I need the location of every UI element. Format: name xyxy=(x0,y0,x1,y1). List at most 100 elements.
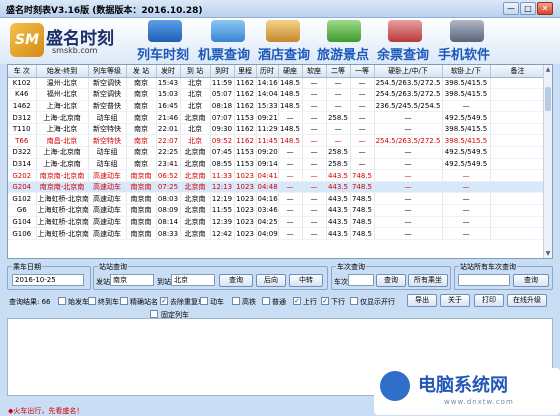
table-cell: 12:42 xyxy=(210,227,235,240)
filter-checkbox[interactable] xyxy=(120,297,128,305)
filter-checkbox[interactable] xyxy=(88,297,96,305)
ticket-icon[interactable] xyxy=(388,20,422,42)
date-picker[interactable]: 2016-10-25 xyxy=(12,274,84,286)
table-cell: 南京南 xyxy=(126,216,157,229)
export-button[interactable]: 导出 xyxy=(407,294,437,307)
train-no-input[interactable] xyxy=(348,274,374,286)
filter-checkbox[interactable] xyxy=(232,297,240,305)
fixed-train-checkbox[interactable] xyxy=(150,310,158,318)
column-header[interactable]: 二等 xyxy=(326,65,351,78)
scroll-down-icon[interactable]: ▼ xyxy=(544,249,552,258)
train-query-button[interactable]: 查询 xyxy=(376,274,406,287)
from-label: 发站 xyxy=(96,278,110,286)
about-button[interactable]: 关于 xyxy=(440,294,470,307)
table-row[interactable]: D314 上海-北京南 动车组 南京 23:41 北京南 08:55 1153 09:14— —2… xyxy=(8,158,546,171)
column-header[interactable]: 始发-终到 xyxy=(36,65,89,78)
to-station-select[interactable]: 北京 xyxy=(171,274,215,286)
table-row[interactable]: G6 上海虹桥-北京南 高速动车 南京南 08:09 北京南 11:55 1023 03:46—… xyxy=(8,204,546,217)
table-row[interactable]: D322 上海-北京南 动车组 南京 22:25 北京南 07:45 1153 09:20— —2… xyxy=(8,146,546,159)
nav-mobile[interactable]: 手机软件 xyxy=(438,44,490,63)
table-cell: — xyxy=(374,169,443,182)
table-cell: 398.5/415.5 xyxy=(442,88,491,101)
station-all-query-button[interactable]: 查询 xyxy=(513,274,549,287)
table-cell: 北京南 xyxy=(180,227,211,240)
column-header[interactable]: 里程 xyxy=(234,65,257,78)
column-header[interactable]: 一等 xyxy=(350,65,375,78)
table-cell: 1162 xyxy=(234,100,257,113)
nav-timetable[interactable]: 列车时刻 xyxy=(137,44,189,63)
table-row[interactable]: G106 上海虹桥-北京南 高速动车 南京南 08:33 北京南 12:42 1023 04:0… xyxy=(8,227,546,240)
table-cell xyxy=(490,204,546,217)
filter-checkbox[interactable] xyxy=(262,297,270,305)
timetable-grid[interactable]: 车 次始发-终到 列车等级发 站发时到 站到时 里程 历时 硬座 软座 二等 一等 硬卧上/中/… xyxy=(7,64,553,259)
reverse-button[interactable]: 后向 xyxy=(256,274,286,287)
column-header[interactable]: 列车等级 xyxy=(88,65,127,78)
hotel-icon[interactable] xyxy=(266,20,300,42)
header-banner: SM 盛名时刻 smskb.com 列车时刻 机票查询 酒店查询 旅游景点 余票… xyxy=(0,18,560,64)
scroll-thumb[interactable] xyxy=(545,87,551,111)
column-header[interactable]: 到 站 xyxy=(180,65,211,78)
table-row[interactable]: T110 上海-北京 新空特快 南京 22:01 北京 09:30 1162 11:29 148.… xyxy=(8,123,546,136)
transfer-button[interactable]: 中转 xyxy=(289,274,323,287)
from-station-select[interactable]: 南京 xyxy=(110,274,154,286)
column-header[interactable]: 硬卧上/中/下 xyxy=(374,65,443,78)
nav-attractions[interactable]: 旅游景点 xyxy=(317,44,369,63)
station-query-button[interactable]: 查询 xyxy=(219,274,253,287)
table-row[interactable]: G104 上海虹桥-北京南 高速动车 南京南 08:14 北京南 12:39 1023 04:2… xyxy=(8,216,546,229)
filter-checkbox[interactable] xyxy=(350,297,358,305)
close-button[interactable]: ✕ xyxy=(537,2,553,15)
table-row[interactable]: 1462 上海-北京 新空普快 南京 16:45 北京 08:18 1162 15:33 148.… xyxy=(8,100,546,113)
table-cell: 上海-北京南 xyxy=(36,158,89,171)
column-header[interactable]: 硬座 xyxy=(278,65,303,78)
column-header[interactable]: 车 次 xyxy=(8,65,37,78)
table-row[interactable]: D312 上海-北京南 动车组 南京 21:46 北京南 07:07 1153 09:21— —2… xyxy=(8,111,546,124)
table-row[interactable]: K102 温州-北京 新空调快 南京 15:43 北京 11:59 1162 14:16 148.… xyxy=(8,77,546,90)
filter-checkbox[interactable] xyxy=(58,297,66,305)
watermark: 电脑系统网 www.dnxtw.com xyxy=(374,368,560,415)
train-icon[interactable] xyxy=(148,20,182,42)
nav-tickets[interactable]: 余票查询 xyxy=(377,44,429,63)
table-cell: 高速动车 xyxy=(88,216,127,229)
column-header[interactable]: 发时 xyxy=(156,65,181,78)
table-cell: D314 xyxy=(8,158,37,171)
table-cell: 温州-北京 xyxy=(36,77,89,90)
column-header[interactable]: 到时 xyxy=(210,65,235,78)
column-header[interactable]: 历时 xyxy=(256,65,279,78)
filter-checkbox[interactable] xyxy=(200,297,208,305)
minimize-button[interactable]: — xyxy=(503,2,519,15)
maximize-button[interactable]: □ xyxy=(520,2,536,15)
table-row[interactable]: G102 上海虹桥-北京南 高速动车 南京南 08:03 北京南 12:19 1023 04:1… xyxy=(8,192,546,206)
table-row[interactable]: K46 福州-北京 新空调快 南京 15:03 北京 05:07 1162 14:04 148.5… xyxy=(8,88,546,101)
table-row[interactable]: G202 南京南-北京南 高速动车 南京南 06:52 北京南 11:33 1023 04:41… xyxy=(8,169,546,182)
palm-tree-icon[interactable] xyxy=(327,20,361,42)
nav-hotels[interactable]: 酒店查询 xyxy=(258,44,310,63)
table-row[interactable]: T66 南昌-北京 新空特快 南京 22:07 北京 09:52 1162 11:45 148.5… xyxy=(8,134,546,148)
upgrade-button[interactable]: 在线升级 xyxy=(507,294,547,307)
filter-checkbox[interactable] xyxy=(321,297,329,305)
table-cell xyxy=(490,100,546,113)
table-cell: 南京 xyxy=(126,100,157,113)
all-rides-button[interactable]: 所有乘坐 xyxy=(408,274,448,287)
filter-checkbox[interactable] xyxy=(293,297,301,305)
table-row[interactable]: G204 南京南-北京南 高速动车 南京南 07:25 北京南 12:13 1023 04:48… xyxy=(8,181,546,194)
vertical-scrollbar[interactable]: ▲ ▼ xyxy=(543,65,552,258)
filter-checkbox[interactable] xyxy=(160,297,168,305)
column-header[interactable]: 发 站 xyxy=(126,65,157,78)
table-cell: 北京南 xyxy=(180,111,211,124)
table-cell: 1153 xyxy=(234,146,257,159)
plane-icon[interactable] xyxy=(211,20,245,42)
table-cell: — xyxy=(374,146,443,159)
print-button[interactable]: 打印 xyxy=(474,294,504,307)
table-cell: 12:19 xyxy=(210,192,235,206)
table-cell: 05:07 xyxy=(210,88,235,101)
scroll-up-icon[interactable]: ▲ xyxy=(544,65,552,74)
column-header[interactable]: 软卧上/下 xyxy=(442,65,491,78)
column-header[interactable]: 软座 xyxy=(302,65,327,78)
station-all-input[interactable] xyxy=(458,274,510,286)
table-cell: — xyxy=(442,100,491,113)
column-header[interactable]: 备注 xyxy=(490,65,546,78)
nav-flights[interactable]: 机票查询 xyxy=(198,44,250,63)
table-cell xyxy=(490,216,546,229)
phone-icon[interactable] xyxy=(450,20,484,42)
table-cell: 22:25 xyxy=(156,146,181,159)
